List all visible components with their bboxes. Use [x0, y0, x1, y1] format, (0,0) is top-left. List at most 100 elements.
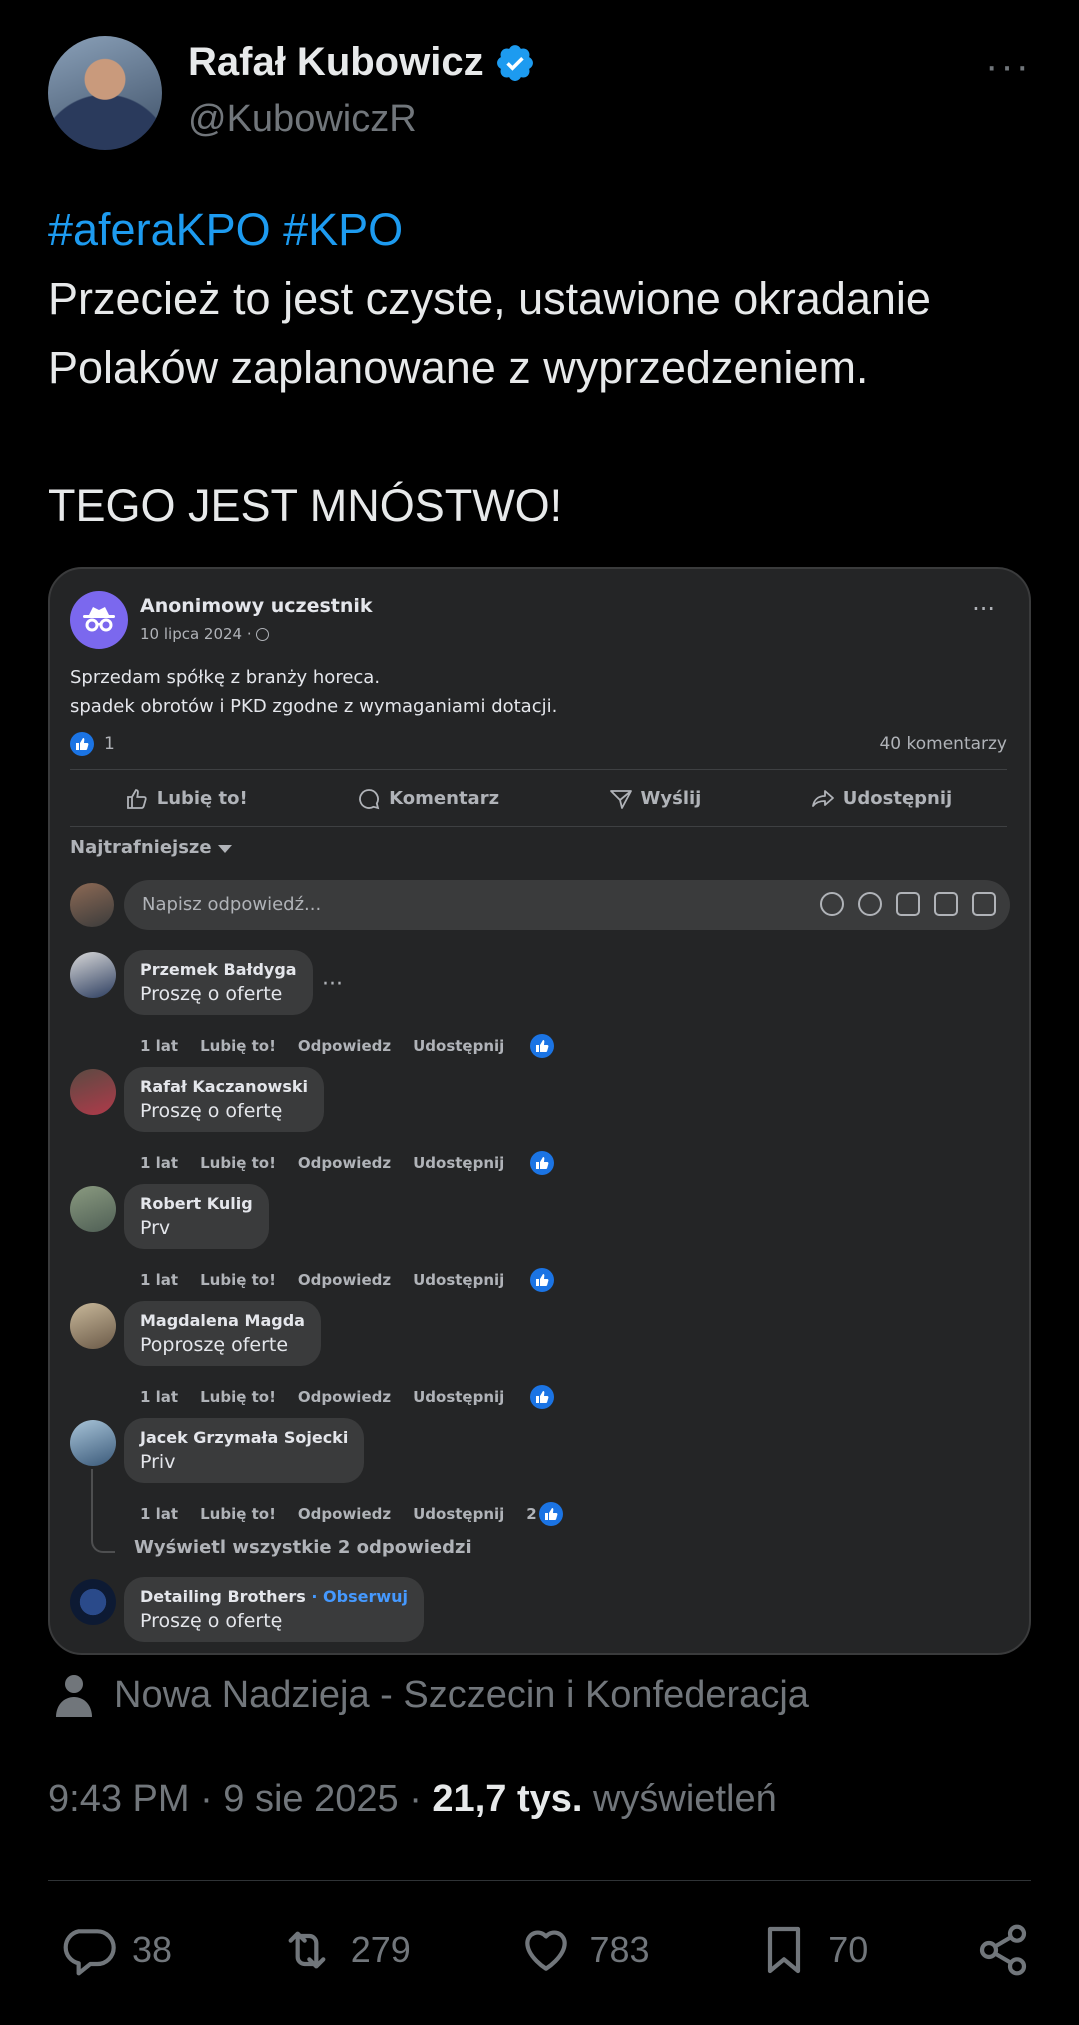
- comment-reply: Odpowiedz: [297, 1388, 392, 1406]
- heart-icon: [524, 1930, 567, 1971]
- fb-comment: Detailing Brothers · Obserwuj Proszę o o…: [70, 1577, 970, 1653]
- comment-meta: 1 lat Lubię to! Odpowiedz Udostępnij 2: [140, 1502, 563, 1526]
- commenter-name: Detailing Brothers: [140, 1587, 306, 1606]
- author-name[interactable]: Rafał Kubowicz: [188, 40, 484, 85]
- thumbs-up-icon: [126, 788, 147, 809]
- reply-count: 38: [132, 1929, 173, 1970]
- share-button[interactable]: [975, 1922, 1031, 1978]
- comment-time: 1 lat: [140, 1505, 179, 1523]
- author-avatar[interactable]: [48, 36, 162, 150]
- comment-time: 1 lat: [140, 1154, 179, 1172]
- share-icon: [979, 1924, 1027, 1976]
- verified-badge-icon: [496, 44, 533, 81]
- comment-meta: 1 lat Lubię to! Odpowiedz Udostępnij: [140, 1034, 555, 1058]
- comment-like: Lubię to!: [200, 1037, 276, 1055]
- share-arrow-icon: [811, 789, 834, 807]
- fb-comment-label: Komentarz: [389, 788, 500, 809]
- comment-like: Lubię to!: [200, 1388, 276, 1406]
- fb-sort-dropdown: Najtrafniejsze: [70, 837, 232, 858]
- divider: [48, 1880, 1031, 1881]
- author-name-row[interactable]: Rafał Kubowicz: [188, 40, 536, 85]
- commenter-name: Magdalena Magda: [140, 1311, 305, 1330]
- thumbs-up-icon: [530, 1151, 555, 1175]
- tweet-time[interactable]: 9:43 PM · 9 sie 2025 ·: [48, 1778, 432, 1820]
- fb-sort-label: Najtrafniejsze: [70, 837, 212, 858]
- fb-post-author: Anonimowy uczestnik: [140, 595, 373, 617]
- fb-comment: Przemek Bałdyga Proszę o oferte ··· 1 la…: [70, 950, 970, 1062]
- comment-reply: Odpowiedz: [297, 1037, 392, 1055]
- fb-send-label: Wyślij: [640, 788, 702, 809]
- fb-comment: Magdalena Magda Poproszę oferte 1 lat Lu…: [70, 1301, 970, 1413]
- bookmark-icon: [768, 1926, 801, 1974]
- comment-text: Proszę o oferte: [140, 983, 283, 1005]
- sticker-icon: [972, 892, 996, 916]
- affiliation-text[interactable]: Nowa Nadzieja - Szczecin i Konfederacja: [114, 1674, 809, 1717]
- fb-comment: Jacek Grzymała Sojecki Priv 1 lat Lubię …: [70, 1418, 970, 1530]
- bookmark-button[interactable]: 70: [756, 1922, 868, 1978]
- fb-comments-count: 40 komentarzy: [879, 734, 1007, 754]
- comment-meta: 1 lat Lubię to! Odpowiedz Udostępnij: [140, 1385, 555, 1409]
- comment-share: Udostępnij: [413, 1505, 505, 1523]
- retweet-count: 279: [350, 1929, 411, 1970]
- comment-share: Udostępnij: [413, 1154, 505, 1172]
- commenter-name: Rafał Kaczanowski: [140, 1077, 308, 1096]
- comment-reply: Odpowiedz: [297, 1154, 392, 1172]
- commenter-avatar: [70, 1186, 116, 1232]
- attached-image[interactable]: Anonimowy uczestnik 10 lipca 2024 · ··· …: [48, 567, 1031, 1655]
- fb-reply-placeholder: Napisz odpowiedź...: [142, 894, 322, 915]
- fb-post-date: 10 lipca 2024 ·: [140, 625, 270, 643]
- fb-reply-tools: [820, 892, 996, 916]
- fb-more-icon: ···: [972, 595, 995, 623]
- view-count[interactable]: 21,7 tys.: [432, 1778, 582, 1820]
- thumbs-up-icon: [530, 1268, 555, 1292]
- fb-likes-count: 1: [104, 734, 115, 754]
- divider: [70, 769, 1007, 770]
- fb-action-bar: Lubię to! Komentarz Wyślij Udostępnij: [70, 771, 1007, 826]
- commenter-name: Przemek Bałdyga: [140, 960, 297, 979]
- commenter-name-row: Detailing Brothers · Obserwuj: [140, 1587, 408, 1606]
- emoji-icon: [858, 892, 882, 916]
- comment-meta: 1 lat Lubię to! Odpowiedz Udostępnij: [140, 1151, 555, 1175]
- gif-icon: [934, 892, 958, 916]
- comment-share: Udostępnij: [413, 1388, 505, 1406]
- thread-connector: [91, 1469, 115, 1553]
- retweet-button[interactable]: 279: [279, 1922, 411, 1978]
- comment-text: Prv: [140, 1217, 171, 1239]
- comment-time: 1 lat: [140, 1271, 179, 1289]
- fb-reply-input: Napisz odpowiedź...: [124, 880, 1010, 930]
- comment-reply: Odpowiedz: [297, 1271, 392, 1289]
- commenter-name: Jacek Grzymała Sojecki: [140, 1428, 349, 1447]
- fb-share-action: Udostępnij: [811, 787, 952, 811]
- commenter-name: Robert Kulig: [140, 1194, 253, 1213]
- like-count: 783: [589, 1929, 650, 1970]
- tweet-hashtags[interactable]: #aferaKPO #KPO: [48, 204, 403, 255]
- comment-time: 1 lat: [140, 1037, 179, 1055]
- author-handle[interactable]: @KubowiczR: [188, 98, 417, 141]
- fb-comment: Robert Kulig Prv 1 lat Lubię to! Odpowie…: [70, 1184, 970, 1296]
- commenter-avatar: [70, 1303, 116, 1349]
- like-button[interactable]: 783: [518, 1922, 650, 1978]
- fb-post-text: Sprzedam spółkę z branży horeca. spadek …: [70, 667, 558, 717]
- commenter-avatar: [70, 1069, 116, 1115]
- more-options-icon[interactable]: ···: [985, 44, 1031, 89]
- comment-bubble: Jacek Grzymała Sojecki Priv: [124, 1418, 365, 1483]
- fb-post-date-text: 10 lipca 2024 ·: [140, 625, 257, 643]
- comment-like: Lubię to!: [200, 1505, 276, 1523]
- comment-reply: Odpowiedz: [297, 1505, 392, 1523]
- send-icon: [609, 789, 632, 809]
- fb-send-action: Wyślij: [609, 787, 702, 811]
- comment-reactions-count: 2: [526, 1505, 537, 1523]
- reply-button[interactable]: 38: [60, 1922, 172, 1978]
- comment-like: Lubię to!: [200, 1271, 276, 1289]
- thumbs-up-icon: [530, 1385, 555, 1409]
- comment-bubble: Przemek Bałdyga Proszę o oferte: [124, 950, 313, 1015]
- user-affiliation[interactable]: Nowa Nadzieja - Szczecin i Konfederacja: [54, 1673, 809, 1717]
- comment-text: Poproszę oferte: [140, 1334, 289, 1356]
- fb-like-label: Lubię to!: [156, 788, 248, 809]
- fb-share-label: Udostępnij: [842, 788, 953, 809]
- comment-time: 1 lat: [140, 1388, 179, 1406]
- comment-icon: [359, 788, 380, 809]
- comment-share: Udostępnij: [413, 1271, 505, 1289]
- tweet-text: Przecież to jest czyste, ustawione okrad…: [48, 273, 931, 531]
- thumbs-up-icon: [70, 732, 94, 756]
